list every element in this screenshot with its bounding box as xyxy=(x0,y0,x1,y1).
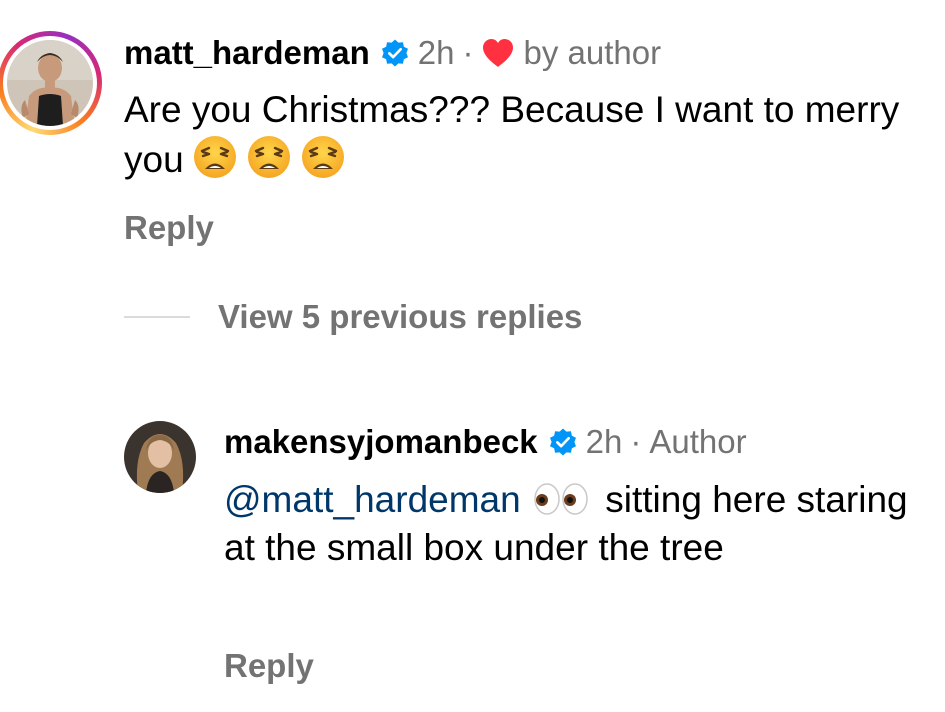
reply-username[interactable]: makensyjomanbeck xyxy=(224,422,538,462)
liked-by-author-label: by author xyxy=(523,34,662,71)
view-previous-replies-button[interactable]: View 5 previous replies xyxy=(124,298,582,336)
mention-link[interactable]: @matt_hardeman xyxy=(224,479,521,520)
reply-reply-button[interactable]: Reply xyxy=(224,647,314,685)
thread-divider xyxy=(124,316,190,318)
eyes-emoji xyxy=(534,483,588,515)
verified-badge-icon xyxy=(381,39,408,67)
story-ring[interactable] xyxy=(0,31,102,135)
reply-header: makensyjomanbeck 2h · Author xyxy=(224,422,747,462)
reply-avatar[interactable] xyxy=(124,421,196,493)
comment-body: Are you Christmas??? Because I want to m… xyxy=(124,86,939,184)
reply-body: @matt_hardeman sitting here staring at t… xyxy=(224,476,924,572)
comment-text: Are you Christmas??? Because I want to m… xyxy=(124,89,900,180)
reply-time: 2h xyxy=(585,423,623,460)
heart-icon xyxy=(483,39,514,67)
meta-separator: · xyxy=(630,423,642,460)
comment-username[interactable]: matt_hardeman xyxy=(124,33,370,73)
comment-reply-button[interactable]: Reply xyxy=(124,209,214,247)
comment-time: 2h xyxy=(417,34,455,71)
verified-badge-icon xyxy=(549,428,576,456)
avatar[interactable] xyxy=(7,40,93,126)
comment-header: matt_hardeman 2h · by author xyxy=(124,33,661,73)
author-label: Author xyxy=(649,423,747,460)
weary-face-emoji xyxy=(247,136,290,178)
meta-separator: · xyxy=(462,34,474,71)
view-previous-replies-label: View 5 previous replies xyxy=(218,298,583,335)
weary-face-emoji xyxy=(301,136,344,178)
weary-face-emoji xyxy=(193,136,236,178)
